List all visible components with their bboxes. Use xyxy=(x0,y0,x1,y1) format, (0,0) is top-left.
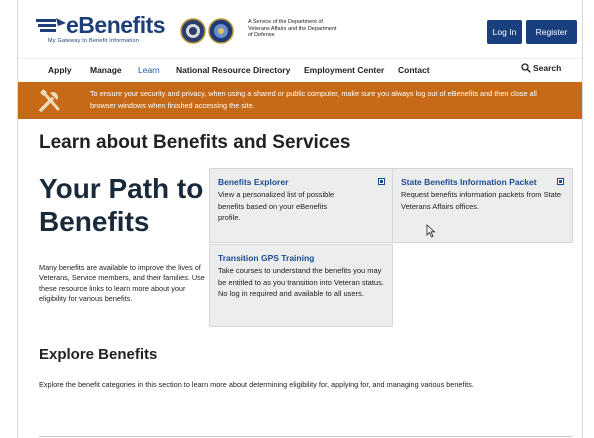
section-title: Explore Benefits xyxy=(39,346,158,363)
logo-tagline: My Gateway to Benefit Information xyxy=(48,38,139,44)
external-link-icon xyxy=(557,178,564,185)
ebenefits-logo[interactable]: eBenefits My Gateway to Benefit Informat… xyxy=(36,12,166,47)
service-statement: A Service of the Department of Veterans … xyxy=(248,19,337,38)
card-body: View a personalized list of possible ben… xyxy=(218,190,335,222)
nav-item-manage[interactable]: Manage xyxy=(90,65,122,75)
tools-icon xyxy=(39,89,60,112)
card-body: Request benefits information packets fro… xyxy=(401,190,562,211)
card-benefits-explorer[interactable]: Benefits Explorer View a personalized li… xyxy=(209,168,393,243)
search-link[interactable]: Search xyxy=(521,63,561,73)
nav-item-learn[interactable]: Learn xyxy=(138,65,160,75)
hero-title: Your Path to Benefits xyxy=(39,173,204,237)
eagle-icon xyxy=(36,18,66,32)
dod-seal-icon xyxy=(208,18,234,44)
department-seals xyxy=(180,18,240,44)
hero-description: Many benefits are available to improve t… xyxy=(39,263,205,304)
nav-item-national-resource-directory[interactable]: National Resource Directory xyxy=(176,65,290,75)
page-title: Learn about Benefits and Services xyxy=(39,132,351,153)
nav-item-apply[interactable]: Apply xyxy=(48,65,72,75)
logo-wordmark: eBenefits xyxy=(66,12,166,38)
security-banner: To ensure your security and privacy, whe… xyxy=(18,82,582,119)
card-transition-gps-training[interactable]: Transition GPS Training Take courses to … xyxy=(209,244,393,327)
card-title[interactable]: State Benefits Information Packet xyxy=(401,177,537,187)
divider xyxy=(39,436,572,437)
card-body: Take courses to understand the benefits … xyxy=(218,266,384,298)
card-title[interactable]: Benefits Explorer xyxy=(218,177,288,187)
nav-item-contact[interactable]: Contact xyxy=(398,65,430,75)
nav-item-employment-center[interactable]: Employment Center xyxy=(304,65,384,75)
main-nav: Apply Manage Learn National Resource Dir… xyxy=(18,58,582,82)
site-header: eBenefits My Gateway to Benefit Informat… xyxy=(18,0,582,58)
security-banner-text: To ensure your security and privacy, whe… xyxy=(90,89,537,110)
mouse-cursor-icon xyxy=(426,224,436,238)
va-seal-icon xyxy=(180,18,206,44)
section-description: Explore the benefit categories in this s… xyxy=(39,380,474,389)
page-frame: eBenefits My Gateway to Benefit Informat… xyxy=(17,0,583,438)
register-button[interactable]: Register xyxy=(526,20,577,44)
card-title[interactable]: Transition GPS Training xyxy=(218,253,314,263)
search-label: Search xyxy=(533,63,562,73)
card-state-benefits-packet[interactable]: State Benefits Information Packet Reques… xyxy=(392,168,573,243)
search-icon xyxy=(521,63,531,73)
external-link-icon xyxy=(378,178,385,185)
login-button[interactable]: Log In xyxy=(487,20,522,44)
